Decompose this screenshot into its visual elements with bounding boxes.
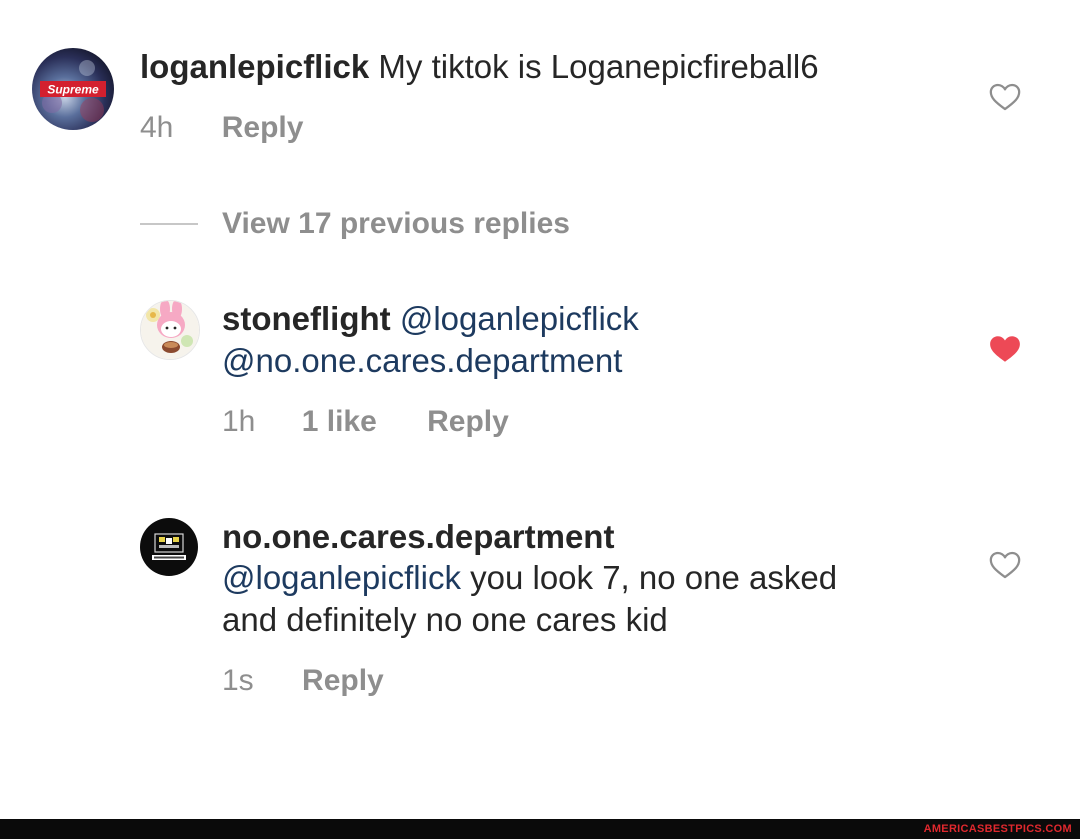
comment-3-line-3: and definitely no one cares kid xyxy=(222,599,668,641)
comment-1-like-button[interactable] xyxy=(988,80,1022,114)
melody-avatar-icon xyxy=(141,301,199,359)
comment-2-meta: 1h 1 like Reply xyxy=(222,403,509,441)
comment-3-time: 1s xyxy=(222,664,254,697)
comment-1-text: My tiktok is Loganepicfireball6 xyxy=(378,48,819,85)
comment-2-line-1: stoneflight @loganlepicflick xyxy=(222,298,639,340)
comment-3-line-1: no.one.cares.department xyxy=(222,516,614,558)
heart-filled-icon xyxy=(990,336,1020,362)
avatar-logo-text: Supreme xyxy=(47,83,99,97)
comment-2-reply-button[interactable]: Reply xyxy=(427,405,509,438)
comment-2-time: 1h xyxy=(222,405,256,438)
heart-outline-icon xyxy=(989,551,1021,579)
comment-3-line-2: @loganlepicflick you look 7, no one aske… xyxy=(222,557,837,599)
comment-1-line: loganlepicflick My tiktok is Loganepicfi… xyxy=(140,46,819,88)
department-badge-avatar-icon xyxy=(140,518,198,576)
watermark-bar: AMERICASBESTPICS.COM xyxy=(0,819,1080,839)
comment-2-line-2: @no.one.cares.department xyxy=(222,340,622,382)
comment-3-like-button[interactable] xyxy=(988,548,1022,582)
comment-1-meta: 4h Reply xyxy=(140,109,303,147)
view-previous-replies-label: View 17 previous replies xyxy=(222,207,570,240)
comment-1-time: 4h xyxy=(140,111,174,144)
comment-2-mention-2[interactable]: @no.one.cares.department xyxy=(222,342,622,379)
comment-1-username[interactable]: loganlepicflick xyxy=(140,48,369,85)
avatar-loganlepicflick[interactable]: Supreme xyxy=(32,48,114,130)
view-previous-replies-button[interactable]: View 17 previous replies xyxy=(140,204,570,244)
comment-3-meta: 1s Reply xyxy=(222,662,384,700)
comment-2-mention-1[interactable]: @loganlepicflick xyxy=(400,300,639,337)
comment-3-reply-button[interactable]: Reply xyxy=(302,664,384,697)
comment-3-text-line-1: you look 7, no one asked xyxy=(470,559,838,596)
comment-2-username[interactable]: stoneflight xyxy=(222,300,391,337)
avatar-stoneflight[interactable] xyxy=(140,300,200,360)
replies-divider-line xyxy=(140,223,198,225)
heart-outline-icon xyxy=(989,83,1021,111)
watermark-text: AMERICASBESTPICS.COM xyxy=(923,823,1072,835)
galaxy-avatar-icon: Supreme xyxy=(32,48,114,130)
comment-3-mention[interactable]: @loganlepicflick xyxy=(222,559,461,596)
comment-1-reply-button[interactable]: Reply xyxy=(222,111,304,144)
comment-2-like-button[interactable] xyxy=(988,332,1022,366)
avatar-no-one-cares-department[interactable] xyxy=(140,518,198,576)
comment-3-username[interactable]: no.one.cares.department xyxy=(222,518,614,555)
comment-3-text-line-2: and definitely no one cares kid xyxy=(222,601,668,638)
comment-2-likes-count[interactable]: 1 like xyxy=(302,405,377,438)
